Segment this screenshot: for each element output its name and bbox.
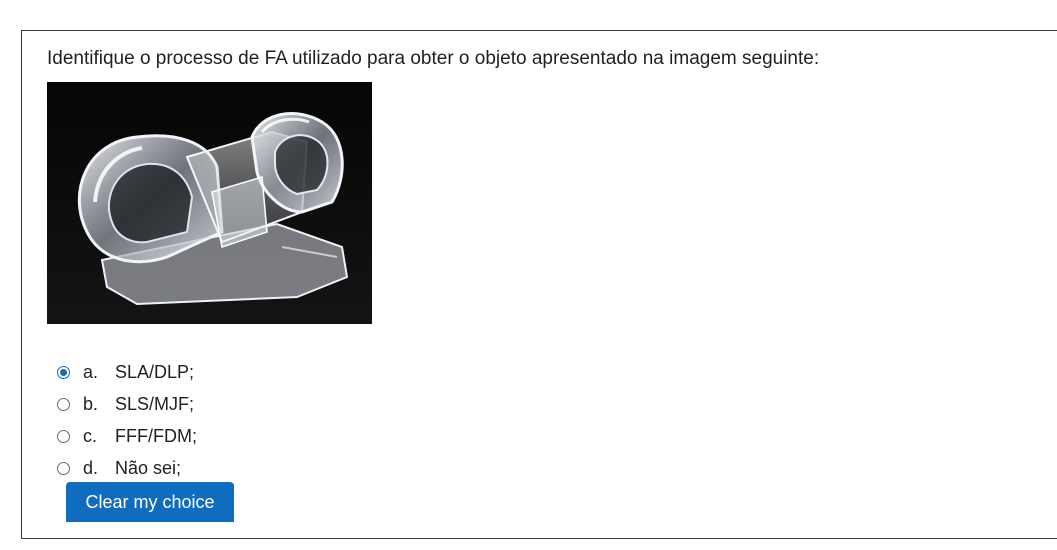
answer-option-d[interactable]: d. Não sei; bbox=[57, 452, 197, 484]
radio-b[interactable] bbox=[57, 397, 70, 411]
question-container: Identifique o processo de FA utilizado p… bbox=[21, 30, 1057, 539]
answer-letter: b. bbox=[83, 393, 99, 414]
radio-d[interactable] bbox=[57, 461, 70, 475]
clear-choice-button[interactable]: Clear my choice bbox=[66, 482, 234, 522]
radio-a[interactable] bbox=[57, 365, 70, 379]
answer-option-c[interactable]: c. FFF/FDM; bbox=[57, 420, 197, 452]
answer-option-b[interactable]: b. SLS/MJF; bbox=[57, 388, 197, 420]
answer-label: SLS/MJF; bbox=[115, 393, 195, 414]
radio-c[interactable] bbox=[57, 429, 70, 443]
answer-option-a[interactable]: a. SLA/DLP; bbox=[57, 356, 197, 388]
answer-label: Não sei; bbox=[115, 457, 182, 478]
answer-letter: a. bbox=[83, 361, 99, 382]
question-image bbox=[47, 82, 372, 324]
answer-label: SLA/DLP; bbox=[115, 361, 195, 382]
answer-letter: d. bbox=[83, 457, 99, 478]
answer-letter: c. bbox=[83, 425, 98, 446]
answer-label: FFF/FDM; bbox=[115, 425, 197, 446]
answer-list: a. SLA/DLP; b. SLS/MJF; c. FFF/FDM; d. N… bbox=[57, 356, 197, 484]
question-text: Identifique o processo de FA utilizado p… bbox=[47, 48, 820, 69]
